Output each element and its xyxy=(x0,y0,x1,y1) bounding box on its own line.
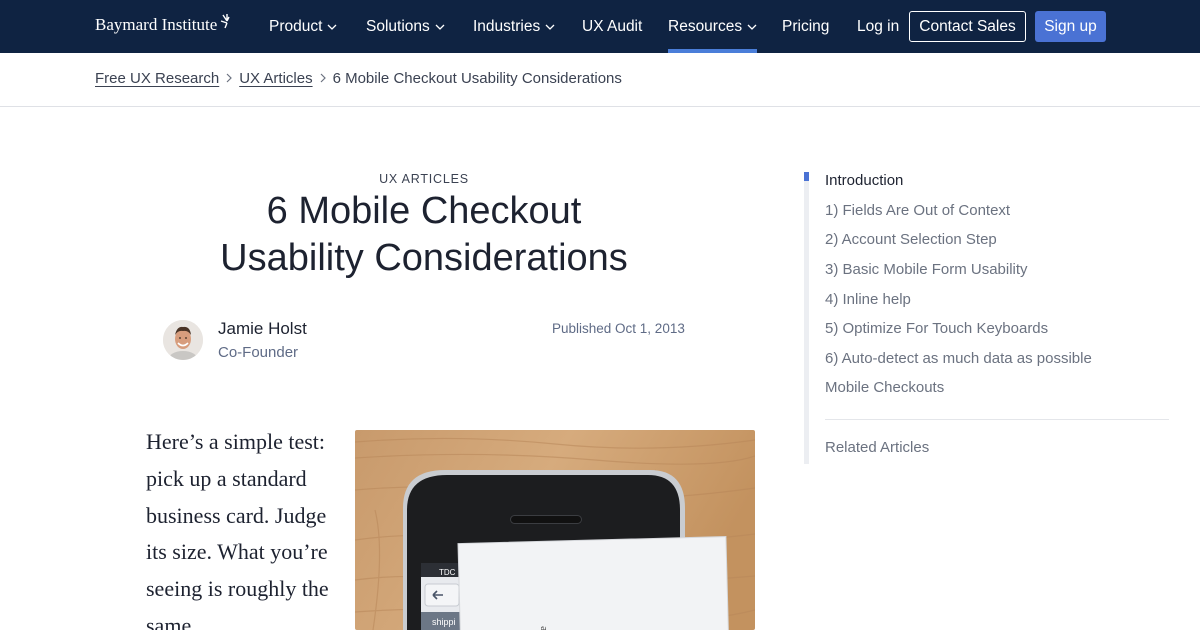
toc-progress-track xyxy=(804,172,809,464)
sign-up-button[interactable]: Sign up xyxy=(1035,11,1106,42)
nav-solutions[interactable]: Solutions xyxy=(366,0,445,53)
nav-pricing-label: Pricing xyxy=(782,17,830,35)
page-title-line-1: 6 Mobile Checkout xyxy=(266,190,582,232)
breadcrumb-link-ux-articles[interactable]: UX Articles xyxy=(239,70,312,87)
nav-product[interactable]: Product xyxy=(269,0,337,53)
toc-divider xyxy=(825,419,1169,420)
toc-item-auto-detect[interactable]: 6) Auto-detect as much data as possible xyxy=(825,350,1092,367)
baymard-logo[interactable]: Baymard Institute xyxy=(95,14,230,35)
chevron-down-icon xyxy=(435,24,445,30)
toc-progress-indicator xyxy=(804,172,809,181)
breadcrumb-bar: Free UX Research UX Articles 6 Mobile Ch… xyxy=(0,53,1200,107)
nav-industries[interactable]: Industries xyxy=(473,0,555,53)
breadcrumb: Free UX Research UX Articles 6 Mobile Ch… xyxy=(95,70,622,87)
toc-item-introduction[interactable]: Introduction xyxy=(825,172,903,189)
nav-product-label: Product xyxy=(269,17,323,35)
toc-item-mobile-checkouts[interactable]: Mobile Checkouts xyxy=(825,379,944,396)
toc-item-fields-out-of-context[interactable]: 1) Fields Are Out of Context xyxy=(825,202,1010,219)
phone-status-text: TDC xyxy=(439,568,456,577)
nav-login[interactable]: Log in xyxy=(857,0,899,53)
toc-item-account-selection[interactable]: 2) Account Selection Step xyxy=(825,231,997,248)
nav-resources[interactable]: Resources xyxy=(668,0,758,53)
top-navigation-bar: Baymard Institute Product Solutions Indu… xyxy=(0,0,1200,53)
toc-item-basic-form-usability[interactable]: 3) Basic Mobile Form Usability xyxy=(825,261,1028,278)
chevron-right-icon xyxy=(226,71,233,86)
page-title-line-2: Usability Considerations xyxy=(220,237,628,279)
published-date: Published Oct 1, 2013 xyxy=(552,321,685,336)
nav-solutions-label: Solutions xyxy=(366,17,430,35)
svg-text:e: e xyxy=(537,626,549,630)
chevron-right-icon xyxy=(320,71,326,86)
chevron-down-icon xyxy=(327,24,337,30)
logo-text: Baymard Institute xyxy=(95,15,218,34)
phone-shipping-text: shippi xyxy=(432,617,456,627)
toc-item-touch-keyboards[interactable]: 5) Optimize For Touch Keyboards xyxy=(825,320,1048,337)
nav-resources-label: Resources xyxy=(668,17,743,35)
toc-related-articles[interactable]: Related Articles xyxy=(825,439,929,456)
breadcrumb-link-free-ux-research[interactable]: Free UX Research xyxy=(95,70,219,87)
toc-item-inline-help[interactable]: 4) Inline help xyxy=(825,291,911,308)
nav-ux-audit[interactable]: UX Audit xyxy=(582,0,642,53)
chevron-down-icon xyxy=(747,24,757,30)
logo-mark-icon xyxy=(221,14,230,29)
contact-sales-button[interactable]: Contact Sales xyxy=(909,11,1026,42)
page-title: 6 Mobile Checkout Usability Consideratio… xyxy=(174,188,674,282)
article-lead-paragraph: Here’s a simple test: pick up a standard… xyxy=(146,429,329,630)
article-hero-image: TDC shippi e xyxy=(355,430,755,630)
chevron-down-icon xyxy=(545,24,555,30)
nav-pricing[interactable]: Pricing xyxy=(782,0,829,53)
author-name[interactable]: Jamie Holst xyxy=(218,319,307,339)
article-category-label[interactable]: UX ARTICLES xyxy=(254,172,594,186)
author-role: Co-Founder xyxy=(218,344,299,361)
nav-ux-audit-label: UX Audit xyxy=(582,17,643,35)
nav-industries-label: Industries xyxy=(473,17,541,35)
nav-login-label: Log in xyxy=(857,17,900,35)
breadcrumb-current: 6 Mobile Checkout Usability Consideratio… xyxy=(332,70,622,87)
author-avatar[interactable] xyxy=(163,320,203,360)
